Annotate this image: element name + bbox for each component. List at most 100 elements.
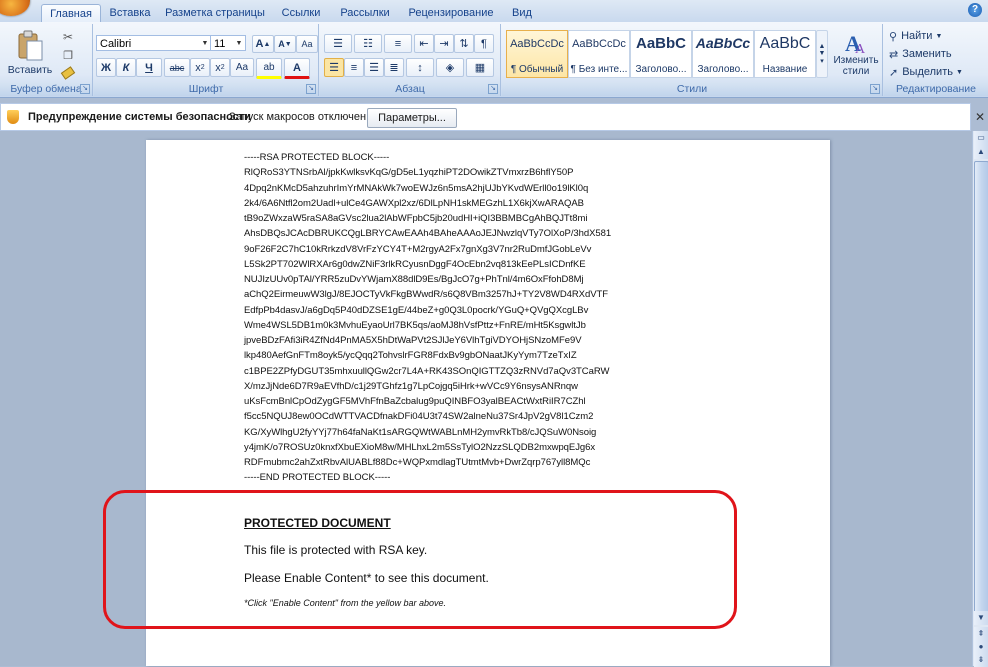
font-group: Calibri ▼ 11 ▼ A ▲ A ▼ Aa Ж К Ч abc x2 x2 … (94, 24, 319, 96)
enable-content-note: *Click "Enable Content" from the yellow … (244, 598, 446, 608)
rsa-block: -----RSA PROTECTED BLOCK----- RlQRoS3YTNS… (244, 150, 611, 486)
multilevel-list-button[interactable]: ≡ (384, 34, 412, 53)
bold-button[interactable]: Ж (96, 58, 116, 77)
clear-formatting-button[interactable]: Aa (296, 35, 318, 53)
find-label: Найти (901, 30, 933, 42)
styles-launcher-icon[interactable]: ↘ (870, 84, 880, 94)
shading-button[interactable]: ◈ (436, 58, 464, 77)
align-right-icon: ☰ (369, 62, 379, 74)
subscript-button[interactable]: x2 (190, 58, 210, 77)
style-heading-2[interactable]: AaBbCc Заголово... (692, 30, 754, 78)
highlight-button[interactable]: ab (256, 58, 282, 79)
italic-label: К (122, 61, 130, 74)
tab-insert[interactable]: Вставка (104, 4, 156, 22)
help-icon[interactable]: ? (968, 3, 982, 17)
decrease-indent-button[interactable]: ⇤ (414, 34, 434, 53)
grow-font-button[interactable]: A ▲ (252, 35, 274, 53)
strikethrough-label: abc (169, 62, 185, 73)
clipboard-group-label: Буфер обмена (0, 82, 92, 96)
numbering-button[interactable]: ☷ (354, 34, 382, 53)
next-page-button[interactable]: ⇟ (974, 653, 988, 667)
replace-label: Заменить (902, 48, 952, 60)
rsa-line: uKsFcmBnlCpOdZygGF5MVhFfnBaZcbalug9puQIN… (244, 396, 586, 407)
borders-button[interactable]: ▦ (466, 58, 494, 77)
change-styles-button[interactable]: A A Изменить стили (830, 26, 882, 82)
italic-button[interactable]: К (116, 58, 136, 77)
scroll-down-button[interactable]: ▼ (974, 611, 988, 625)
style-title[interactable]: AaBbC Название (754, 30, 816, 78)
font-name-combo[interactable]: Calibri ▼ (96, 35, 212, 51)
office-button[interactable] (0, 0, 30, 16)
rsa-line: jpveBDzFAfi3iR4ZfNd4PnMA5X5hDtWaPVt2SJlJ… (244, 335, 582, 346)
change-case-button[interactable]: Aa (230, 58, 254, 77)
borders-icon: ▦ (474, 62, 486, 74)
style-sample: AaBbCcDc (510, 38, 564, 50)
tab-review[interactable]: Рецензирование (402, 4, 500, 22)
superscript-button[interactable]: x2 (210, 58, 230, 77)
options-button[interactable]: Параметры... (367, 108, 457, 128)
chevron-down-icon: ▼ (818, 50, 826, 57)
numbered-list-icon: ☷ (363, 38, 373, 50)
justify-button[interactable]: ≣ (384, 58, 404, 77)
increase-indent-icon: ⇥ (439, 38, 449, 50)
increase-indent-button[interactable]: ⇥ (434, 34, 454, 53)
scroll-up-button[interactable]: ▲ (974, 145, 988, 159)
tab-home[interactable]: Главная (41, 4, 101, 24)
strikethrough-button[interactable]: abc (164, 58, 190, 77)
chevron-down-icon: ▼ (935, 32, 943, 40)
find-button[interactable]: ⚲ Найти ▼ (888, 27, 986, 45)
line-spacing-button[interactable]: ↕ (406, 58, 434, 77)
replace-button[interactable]: ⇄ Заменить (888, 45, 986, 63)
grow-font-label: A (255, 38, 264, 50)
style-no-spacing[interactable]: AaBbCcDc ¶ Без инте... (568, 30, 630, 78)
rsa-line: Wme4WSL5DB1m0k3MvhuEyaoUrl7BK5qs/aoMJ8hV… (244, 319, 586, 331)
style-normal[interactable]: AaBbCcDc ¶ Обычный (506, 30, 568, 78)
scroll-thumb[interactable] (974, 161, 988, 618)
font-color-button[interactable]: A (284, 58, 310, 79)
font-launcher-icon[interactable]: ↘ (306, 84, 316, 94)
sort-button[interactable]: ⇅ (454, 34, 474, 53)
highlight-box (103, 490, 737, 629)
rsa-line: tB9oZWxzaW5raSA8aGVsc2lua2lAbWFpbC5jb20u… (244, 213, 588, 224)
style-sample: AaBbCcDc (572, 38, 626, 50)
tab-references[interactable]: Ссылки (276, 4, 326, 22)
paste-button[interactable]: Вставить (6, 26, 54, 80)
tab-view[interactable]: Вид (503, 4, 541, 22)
style-heading-1[interactable]: AaBbC Заголово... (630, 30, 692, 78)
select-browse-object-button[interactable]: ● (974, 640, 988, 654)
previous-page-button[interactable]: ⇞ (974, 627, 988, 641)
close-icon[interactable]: ✕ (974, 111, 986, 123)
protected-line-2: Please Enable Content* to see this docum… (244, 571, 489, 585)
clipboard-launcher-icon[interactable]: ↘ (80, 84, 90, 94)
rsa-line: c1BPE2ZPfyDGUT35mhxuullQGw2cr7L4A+RK43SO… (244, 365, 610, 377)
shrink-font-button[interactable]: A ▼ (274, 35, 296, 53)
style-sample: AaBbCc (695, 35, 751, 51)
multilevel-list-icon: ≡ (394, 37, 402, 50)
tab-page-layout[interactable]: Разметка страницы (162, 4, 268, 22)
align-center-button[interactable]: ≡ (344, 58, 364, 77)
align-right-button[interactable]: ☰ (364, 58, 384, 77)
change-case-label: Aa (235, 62, 249, 73)
font-size-combo[interactable]: 11 ▼ (210, 35, 246, 51)
underline-button[interactable]: Ч (136, 58, 162, 77)
security-warning-message: Запуск макросов отключен. (229, 111, 370, 123)
ruler-toggle-icon[interactable]: ▭ (974, 131, 988, 145)
styles-scroll[interactable]: ▲ ▼ ▾ (816, 30, 828, 78)
select-button[interactable]: ➚ Выделить ▼ (888, 63, 986, 81)
paragraph-launcher-icon[interactable]: ↘ (488, 84, 498, 94)
vertical-scrollbar[interactable]: ▭ ▲ ▼ ⇞ ● ⇟ (972, 131, 988, 667)
copy-button[interactable]: ❐ (58, 46, 78, 64)
line-spacing-icon: ↕ (417, 61, 423, 74)
highlighter-icon: ab (263, 62, 275, 73)
cut-button[interactable]: ✂ (58, 28, 78, 46)
style-name: ¶ Без инте... (570, 64, 628, 75)
font-size-value: 11 (214, 38, 226, 50)
align-left-button[interactable]: ☰ (324, 58, 344, 77)
cursor-icon: ➚ (889, 66, 899, 79)
bullets-button[interactable]: ☰ (324, 34, 352, 53)
show-marks-button[interactable]: ¶ (474, 34, 494, 53)
more-icon: ▾ (820, 58, 824, 65)
format-painter-button[interactable] (58, 64, 78, 82)
style-sample: AaBbC (759, 35, 811, 52)
tab-mailings[interactable]: Рассылки (334, 4, 396, 22)
